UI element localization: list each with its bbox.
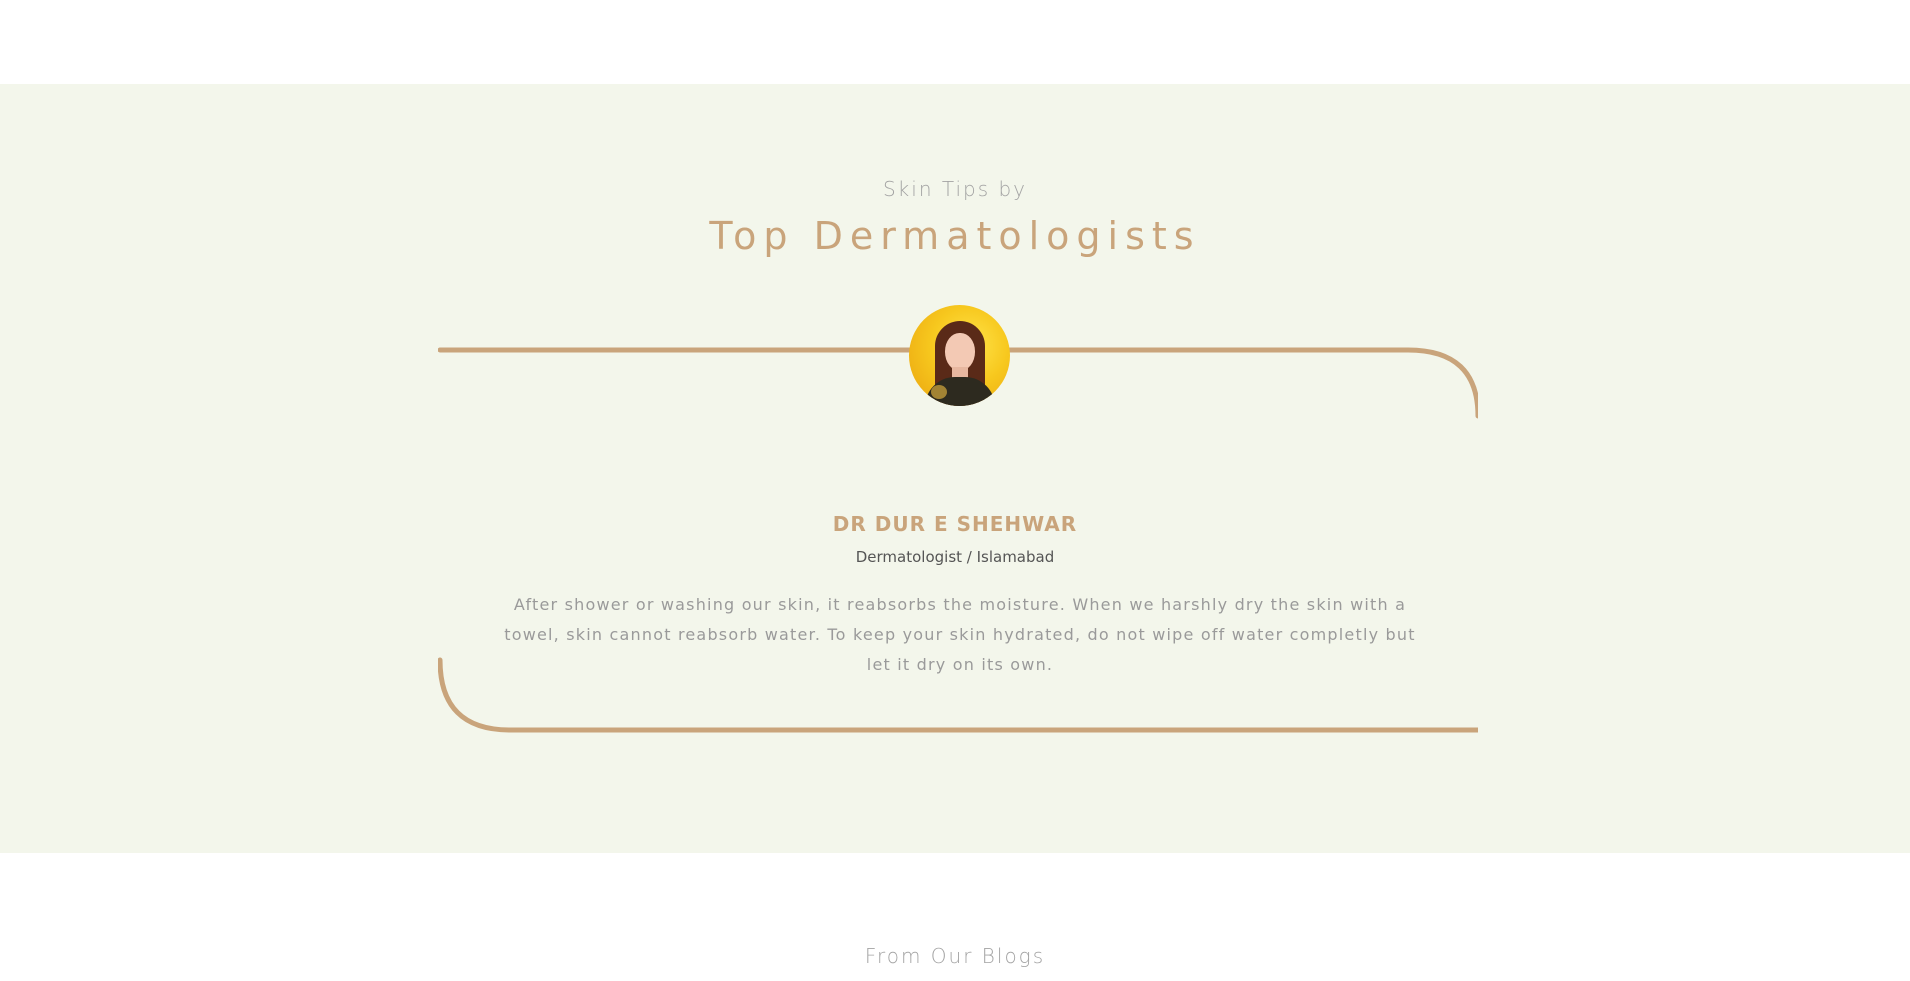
avatar-face — [945, 333, 975, 371]
blogs-heading: From Our Blogs — [864, 944, 1046, 968]
section-subtitle: Skin Tips by — [882, 177, 1028, 201]
doctor-avatar — [909, 305, 1010, 406]
doctor-name: DR DUR E SHEHWAR — [832, 512, 1078, 536]
avatar-pattern — [931, 385, 947, 399]
doctor-role: Dermatologist / Islamabad — [855, 548, 1055, 566]
tip-text: After shower or washing our skin, it rea… — [504, 595, 1416, 674]
section-title: Top Dermatologists — [709, 214, 1201, 258]
top-whitespace — [0, 0, 1910, 84]
